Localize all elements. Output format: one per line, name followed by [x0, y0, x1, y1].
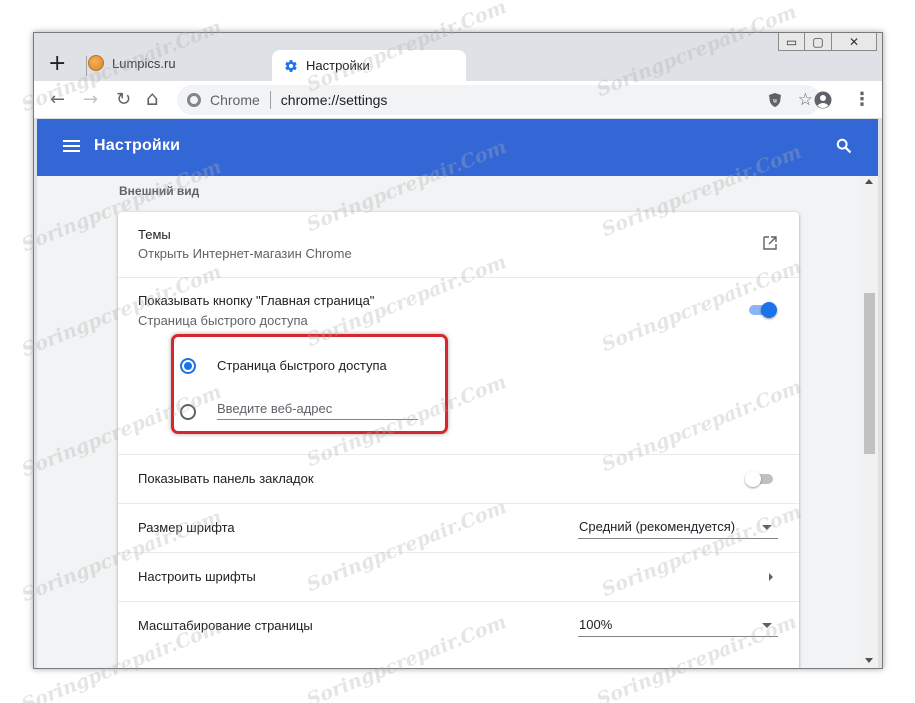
- new-tab-button[interactable]: +: [48, 53, 66, 75]
- toolbar: ← → ↻ ⌂ Chrome chrome://settings ☆ u ⋮: [34, 81, 882, 119]
- svg-text:u: u: [773, 99, 777, 105]
- page-zoom-value: 100%: [579, 617, 613, 632]
- tab-settings[interactable]: Настройки: [272, 50, 466, 81]
- tab-strip: + Lumpics.ru Настройки: [34, 33, 882, 81]
- dropdown-arrow-icon: [762, 525, 772, 530]
- customize-fonts-row[interactable]: Настроить шрифты: [118, 552, 799, 601]
- omnibox-chip: Chrome: [210, 92, 260, 108]
- page-zoom-select[interactable]: 100%: [578, 615, 778, 637]
- custom-url-input[interactable]: [217, 398, 418, 420]
- themes-sublabel: Открыть Интернет-магазин Chrome: [138, 246, 352, 261]
- account-avatar-icon[interactable]: [814, 91, 832, 109]
- reload-icon[interactable]: ↻: [116, 90, 131, 110]
- section-title: Внешний вид: [119, 184, 200, 198]
- home-button-label: Показывать кнопку "Главная страница": [138, 293, 375, 308]
- scroll-thumb[interactable]: [864, 293, 875, 454]
- settings-header: Настройки: [37, 119, 878, 176]
- home-button-sublabel: Страница быстрого доступа: [138, 313, 308, 328]
- scroll-down-arrow-icon[interactable]: [865, 658, 873, 663]
- font-size-value: Средний (рекомендуется): [579, 519, 736, 534]
- settings-content: Внешний вид Темы Открыть Интернет-магази…: [37, 176, 878, 668]
- browser-window: ▭ ▢ ✕ + Lumpics.ru Настройки ← → ↻ ⌂ Chr…: [33, 32, 883, 669]
- back-arrow-icon[interactable]: ←: [50, 90, 65, 110]
- themes-label: Темы: [138, 227, 171, 242]
- search-icon[interactable]: [836, 138, 852, 154]
- home-button-toggle[interactable]: [747, 302, 777, 318]
- tab-lumpics[interactable]: Lumpics.ru: [88, 55, 176, 71]
- lumpics-favicon-icon: [88, 55, 104, 71]
- forward-arrow-icon[interactable]: →: [83, 90, 98, 110]
- customize-fonts-label: Настроить шрифты: [138, 569, 256, 584]
- font-size-row: Размер шрифта Средний (рекомендуется): [118, 503, 799, 552]
- menu-dots-icon[interactable]: ⋮: [853, 90, 871, 110]
- scroll-up-arrow-icon[interactable]: [865, 179, 873, 184]
- ublock-shield-icon[interactable]: u: [767, 92, 783, 108]
- bookmarks-bar-label: Показывать панель закладок: [138, 471, 314, 486]
- tab-title: Lumpics.ru: [112, 55, 176, 71]
- bookmarks-bar-toggle[interactable]: [745, 471, 775, 487]
- page-title: Настройки: [94, 137, 181, 154]
- tab-title: Настройки: [306, 58, 370, 73]
- dropdown-arrow-icon: [762, 623, 772, 628]
- bookmarks-bar-row[interactable]: Показывать панель закладок: [118, 454, 799, 503]
- open-in-new-icon[interactable]: [763, 236, 777, 250]
- font-size-select[interactable]: Средний (рекомендуется): [578, 517, 778, 539]
- custom-url-radio[interactable]: [180, 404, 196, 420]
- bookmark-star-icon[interactable]: ☆: [798, 90, 813, 110]
- omnibox-divider: [269, 91, 271, 109]
- appearance-card: Темы Открыть Интернет-магазин Chrome Пок…: [118, 212, 799, 668]
- ntp-radio-label: Страница быстрого доступа: [217, 358, 387, 373]
- omnibox[interactable]: Chrome chrome://settings ☆: [177, 85, 821, 115]
- tab-separator: [86, 56, 87, 76]
- home-icon[interactable]: ⌂: [146, 88, 159, 108]
- gear-icon: [285, 59, 297, 72]
- ntp-radio[interactable]: [180, 358, 196, 374]
- chevron-right-icon: [769, 573, 773, 581]
- hamburger-menu-icon[interactable]: [63, 140, 80, 153]
- page-zoom-label: Масштабирование страницы: [138, 618, 313, 633]
- page-zoom-row: Масштабирование страницы 100%: [118, 601, 799, 668]
- chrome-icon: [187, 93, 201, 107]
- font-size-label: Размер шрифта: [138, 520, 235, 535]
- themes-row[interactable]: Темы Открыть Интернет-магазин Chrome: [118, 212, 799, 277]
- scrollbar[interactable]: [861, 176, 878, 668]
- url-text: chrome://settings: [280, 92, 388, 108]
